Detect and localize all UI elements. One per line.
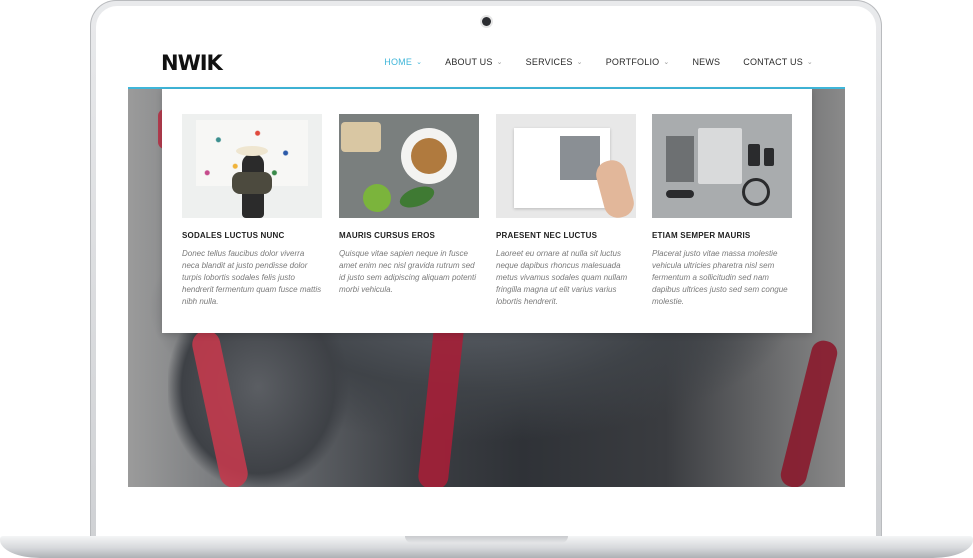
main-nav: HOME ⌄ ABOUT US ⌄ SERVICES ⌄ PORTFOLIO ⌄… <box>361 37 813 87</box>
paint-stroke <box>417 317 465 487</box>
phone-shape <box>748 144 760 166</box>
nav-item-services[interactable]: SERVICES ⌄ <box>526 57 583 67</box>
laptop-shape <box>698 128 742 184</box>
site-header: NWIK HOME ⌄ ABOUT US ⌄ SERVICES ⌄ PORTFO… <box>128 37 845 89</box>
glasses-shape <box>666 190 694 198</box>
browser-screen: NWIK HOME ⌄ ABOUT US ⌄ SERVICES ⌄ PORTFO… <box>128 37 845 487</box>
nav-item-label: HOME <box>384 57 413 67</box>
chevron-down-icon: ⌄ <box>496 59 503 66</box>
card-description: Placerat justo vitae massa molestie vehi… <box>652 249 788 306</box>
mega-menu-card[interactable]: SODALES LUCTUS NUNC Donec tellus faucibu… <box>182 114 322 308</box>
book-photo <box>560 136 600 180</box>
nav-item-home[interactable]: HOME ⌄ <box>384 57 422 67</box>
card-description: Laoreet eu ornare at nulla sit luctus ne… <box>496 249 628 306</box>
phone-shape <box>764 148 774 166</box>
card-title[interactable]: ETIAM SEMPER MAURIS <box>652 231 792 240</box>
card-thumbnail[interactable] <box>652 114 792 218</box>
card-title[interactable]: SODALES LUCTUS NUNC <box>182 231 322 240</box>
mega-menu-card[interactable]: PRAESENT NEC LUCTUS Laoreet eu ornare at… <box>496 114 636 308</box>
hat-shape <box>236 146 268 156</box>
cake-shape <box>341 122 381 152</box>
card-description: Donec tellus faucibus dolor viverra neca… <box>182 249 322 306</box>
person-top <box>232 172 272 194</box>
card-thumbnail[interactable] <box>339 114 479 218</box>
mega-menu: SODALES LUCTUS NUNC Donec tellus faucibu… <box>162 89 812 333</box>
nav-item-contact-us[interactable]: CONTACT US ⌄ <box>743 57 813 67</box>
chevron-down-icon: ⌄ <box>806 59 813 66</box>
site-logo[interactable]: NWIK <box>161 52 223 74</box>
chevron-down-icon: ⌄ <box>663 59 670 66</box>
camera-icon <box>482 17 491 26</box>
card-description: Quisque vitae sapien neque in fusce amet… <box>339 249 476 294</box>
nav-item-label: ABOUT US <box>445 57 493 67</box>
chevron-down-icon: ⌄ <box>576 59 583 66</box>
hand-shape <box>593 157 636 218</box>
mega-menu-card[interactable]: ETIAM SEMPER MAURIS Placerat justo vitae… <box>652 114 792 308</box>
paint-stroke <box>778 338 840 487</box>
nav-item-label: SERVICES <box>525 57 573 67</box>
nav-item-label: NEWS <box>692 57 721 67</box>
coffee-shape <box>411 138 447 174</box>
card-title[interactable]: PRAESENT NEC LUCTUS <box>496 231 636 240</box>
card-thumbnail[interactable] <box>182 114 322 218</box>
card-thumbnail[interactable] <box>496 114 636 218</box>
nav-item-label: PORTFOLIO <box>605 57 660 67</box>
nav-item-news[interactable]: NEWS <box>692 57 720 67</box>
nav-item-portfolio[interactable]: PORTFOLIO ⌄ <box>606 57 670 67</box>
mega-menu-card[interactable]: MAURIS CURSUS EROS Quisque vitae sapien … <box>339 114 479 296</box>
card-title[interactable]: MAURIS CURSUS EROS <box>339 231 479 240</box>
nav-item-label: CONTACT US <box>743 57 803 67</box>
notebook-shape <box>666 136 694 182</box>
laptop-base-notch <box>405 536 568 543</box>
lime-shape <box>363 184 391 212</box>
chevron-down-icon: ⌄ <box>416 59 423 66</box>
headphones-shape <box>742 178 770 206</box>
leaf-shape <box>397 182 437 212</box>
nav-item-about-us[interactable]: ABOUT US ⌄ <box>445 57 503 67</box>
